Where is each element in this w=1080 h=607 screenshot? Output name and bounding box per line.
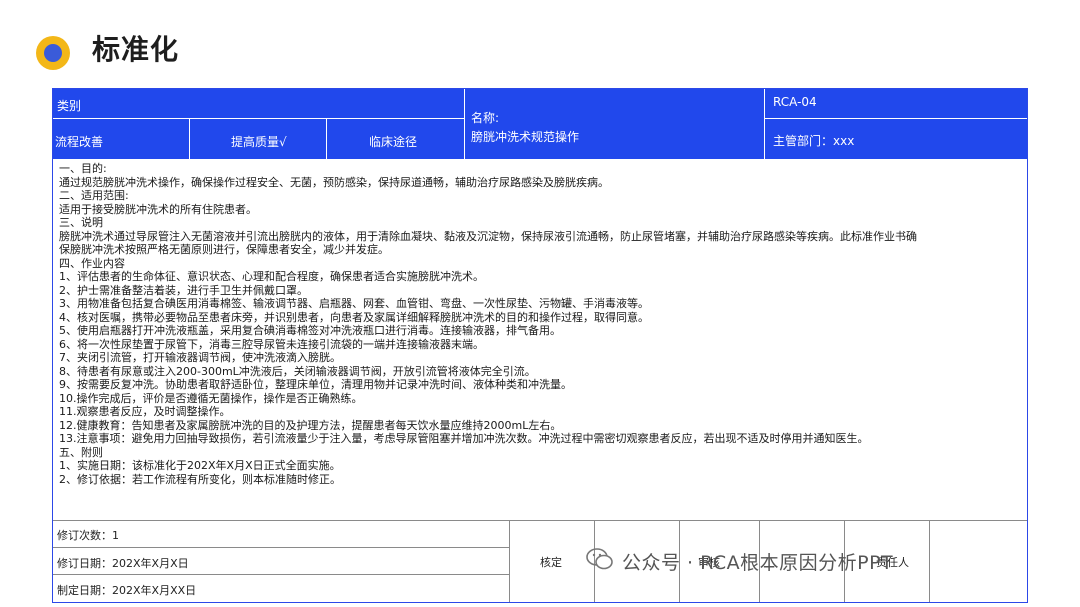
watermark-text: 公众号 · RCA根本原因分析PPT (622, 552, 894, 574)
content-line: 12.健康教育：告知患者及家属膀胱冲洗的目的及护理方法，提醒患者每天饮水量应维持… (59, 418, 562, 432)
category-quality: 提高质量√ (231, 135, 287, 149)
content-line: 通过规范膀胱冲洗术操作，确保操作过程安全、无菌，预防感染，保持尿道通畅，辅助治疗… (59, 175, 609, 189)
procedure-content: 一、目的: 通过规范膀胱冲洗术操作，确保操作过程安全、无菌，预防感染，保持尿道通… (59, 162, 1021, 486)
page-title: 标准化 (92, 33, 180, 66)
revised-date: 修订日期：202X年X月X日 (53, 547, 509, 575)
revision-count: 修订次数：1 (57, 529, 119, 542)
content-line: 3、用物准备包括复合碘医用消毒棉签、输液调节器、启瓶器、网套、血管钳、弯盘、一次… (59, 297, 649, 310)
dept-value: 主管部门：xxx (773, 134, 855, 148)
content-line: 6、将一次性尿垫置于尿管下，消毒三腔导尿管未连接引流袋的一端并连接输液器末端。 (59, 337, 484, 351)
wechat-icon (586, 548, 613, 570)
approve-label: 核定 (540, 556, 562, 569)
content-line: 适用于接受膀胱冲洗术的所有住院患者。 (59, 202, 257, 216)
content-line: 1、评估患者的生命体征、意识状态、心理和配合程度，确保患者适合实施膀胱冲洗术。 (59, 270, 484, 283)
category-label: 类别 (57, 99, 82, 113)
code-value: RCA-04 (773, 95, 817, 109)
content-line: 1、实施日期：该标准化于202X年X月X日正式全面实施。 (59, 459, 341, 472)
content-line: 8、待患者有尿意或注入200-300mL冲洗液后，关闭输液器调节阀，开放引流管将… (59, 364, 536, 378)
name-value: 膀胱冲洗术规范操作 (471, 130, 580, 144)
content-line: 五、附则 (59, 445, 103, 459)
content-line: 二、适用范围: (59, 189, 129, 202)
created-date: 制定日期：202X年X月XX日 (53, 574, 509, 602)
content-line: 保膀胱冲洗术按照严格无菌原则进行，保障患者安全，减少并发症。 (59, 243, 389, 256)
content-line: 9、按需要反复冲洗。协助患者取舒适卧位，整理床单位，清理用物并记录冲洗时间、液体… (59, 378, 572, 391)
content-line: 11.观察患者反应，及时调整操作。 (59, 405, 231, 418)
content-line: 2、护士需准备整洁着装，进行手卫生并佩戴口罩。 (59, 283, 308, 297)
content-line: 13.注意事项：避免用力回抽导致损伤，若引流液量少于注入量，考虑导尿管阻塞并增加… (59, 432, 869, 445)
category-clinical: 临床途径 (369, 135, 418, 149)
content-line: 四、作业内容 (59, 256, 125, 270)
content-line: 4、核对医嘱，携带必要物品至患者床旁，并识别患者，向患者及家属详细解释膀胱冲洗术… (59, 310, 649, 324)
header-band (53, 89, 1027, 159)
title-bullet-icon (36, 36, 70, 70)
content-line: 2、修订依据：若工作流程有所变化，则本标准随时修正。 (59, 472, 341, 486)
standard-sheet: 类别 流程改善 提高质量√ 临床途径 名称: 膀胱冲洗术规范操作 RCA-04 … (52, 88, 1028, 603)
content-line: 一、目的: (59, 162, 107, 175)
category-process: 流程改善 (55, 135, 104, 149)
content-line: 膀胱冲洗术通过导尿管注入无菌溶液并引流出膀胱内的液体，用于清除血凝块、黏液及沉淀… (59, 229, 917, 243)
content-line: 5、使用启瓶器打开冲洗液瓶盖，采用复合碘消毒棉签对冲洗液瓶口进行消毒。连接输液器… (59, 324, 561, 337)
content-line: 7、夹闭引流管，打开输液器调节阀，使冲洗液滴入膀胱。 (59, 351, 341, 364)
name-label: 名称: (471, 111, 500, 125)
content-line: 三、说明 (59, 216, 103, 229)
content-line: 10.操作完成后，评价是否遵循无菌操作，操作是否正确熟练。 (59, 391, 363, 405)
